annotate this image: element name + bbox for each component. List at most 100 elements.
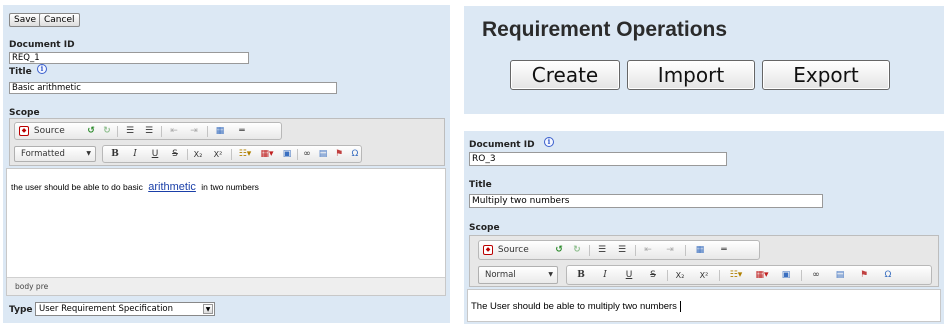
outdent-icon[interactable]: ⇤: [641, 244, 655, 257]
info-icon[interactable]: i: [37, 64, 47, 74]
scope-label: Scope: [9, 108, 40, 118]
source-label: Source: [497, 245, 529, 255]
document-id-field[interactable]: RO_3: [469, 152, 727, 166]
undo-icon[interactable]: ↺: [553, 244, 565, 257]
anchor-icon[interactable]: ▤: [317, 148, 329, 161]
document-id-label: Document ID: [9, 40, 75, 50]
horizontal-rule-icon[interactable]: ═: [235, 125, 249, 138]
title-field[interactable]: Basic arithmetic: [9, 82, 337, 94]
link-icon[interactable]: ∞: [809, 269, 823, 282]
format-label: Normal: [485, 270, 516, 280]
redo-icon[interactable]: ↻: [101, 125, 113, 138]
separator: [297, 149, 298, 160]
requirement-operations-panel: Requirement Operations Create Import Exp…: [464, 6, 944, 114]
table-insert-icon[interactable]: ▦▾: [753, 269, 771, 282]
flag-icon[interactable]: ⚑: [333, 148, 345, 161]
format-label: Formatted: [21, 149, 65, 159]
color-icon[interactable]: ☷▾: [727, 269, 745, 282]
separator: [685, 245, 686, 256]
image-icon[interactable]: ▣: [779, 269, 793, 282]
toolbar-row-1: ◆ Source ↺ ↻ ☰ ☰ ⇤ ⇥ ▦ ═: [14, 122, 282, 140]
horizontal-rule-icon[interactable]: ═: [717, 244, 731, 257]
chevron-down-icon: ▼: [548, 271, 553, 278]
underline-button[interactable]: U: [149, 148, 161, 161]
undo-icon[interactable]: ↺: [85, 125, 97, 138]
anchor-icon[interactable]: ▤: [833, 269, 847, 282]
outdent-icon[interactable]: ⇤: [167, 125, 181, 138]
toolbar-row-2: B I U S X₂ X² ☷▾ ▦▾ ▣ ∞ ▤ ⚑ Ω: [102, 145, 362, 163]
chevron-down-icon: ▼: [203, 304, 213, 314]
right-edit-panel: Document ID i RO_3 Title Multiply two nu…: [464, 131, 944, 324]
scope-label: Scope: [469, 223, 500, 233]
separator: [231, 149, 232, 160]
document-id-field[interactable]: REQ_1: [9, 52, 249, 64]
bold-button[interactable]: B: [109, 148, 121, 161]
source-button[interactable]: ◆ Source: [483, 244, 533, 257]
table-insert-icon[interactable]: ▦▾: [259, 148, 275, 161]
editor-toolbar: ◆ Source ↺ ↻ ☰ ☰ ⇤ ⇥ ▦ ═ Formatted ▼ B I…: [9, 118, 445, 166]
subscript-button[interactable]: X₂: [673, 269, 687, 282]
export-button[interactable]: Export: [762, 60, 890, 90]
type-select[interactable]: User Requirement Specification ▼: [35, 302, 215, 316]
editor-toolbar: ◆ Source ↺ ↻ ☰ ☰ ⇤ ⇥ ▦ ═ Normal ▼ B I U …: [469, 235, 939, 287]
color-icon[interactable]: ☷▾: [237, 148, 253, 161]
title-label: Title: [469, 180, 492, 190]
indent-icon[interactable]: ⇥: [187, 125, 201, 138]
strike-button[interactable]: S: [169, 148, 181, 161]
type-label: Type: [9, 305, 33, 315]
redo-icon[interactable]: ↻: [571, 244, 583, 257]
separator: [667, 270, 668, 281]
underline-button[interactable]: U: [623, 269, 635, 282]
info-icon[interactable]: i: [544, 137, 554, 147]
type-value: User Requirement Specification: [39, 304, 174, 314]
editor-text: the user should be able to do basic arit…: [11, 181, 259, 193]
superscript-button[interactable]: X²: [697, 269, 711, 282]
separator: [117, 126, 118, 137]
superscript-button[interactable]: X²: [211, 148, 225, 161]
flag-icon[interactable]: ⚑: [857, 269, 871, 282]
title-field[interactable]: Multiply two numbers: [469, 194, 823, 208]
numbered-list-icon[interactable]: ☰: [595, 244, 609, 257]
format-select[interactable]: Formatted ▼: [14, 146, 96, 162]
separator: [207, 126, 208, 137]
separator: [635, 245, 636, 256]
source-button[interactable]: ◆ Source: [19, 125, 65, 138]
title-label: Title: [9, 67, 32, 77]
bullet-list-icon[interactable]: ☰: [142, 125, 156, 138]
scope-editor[interactable]: The User should be able to multiply two …: [467, 289, 941, 322]
italic-button[interactable]: I: [599, 269, 611, 282]
table-icon[interactable]: ▦: [213, 125, 227, 138]
image-icon[interactable]: ▣: [281, 148, 293, 161]
cancel-button[interactable]: Cancel: [39, 13, 80, 27]
separator: [719, 270, 720, 281]
format-select[interactable]: Normal ▼: [478, 266, 558, 284]
table-icon[interactable]: ▦: [693, 244, 707, 257]
indent-icon[interactable]: ⇥: [663, 244, 677, 257]
numbered-list-icon[interactable]: ☰: [123, 125, 137, 138]
import-button[interactable]: Import: [627, 60, 755, 90]
separator: [161, 126, 162, 137]
omega-icon[interactable]: Ω: [881, 269, 895, 282]
separator: [187, 149, 188, 160]
text-cursor: [679, 301, 681, 312]
italic-button[interactable]: I: [129, 148, 141, 161]
subscript-button[interactable]: X₂: [191, 148, 205, 161]
separator: [801, 270, 802, 281]
scope-editor[interactable]: the user should be able to do basic arit…: [6, 168, 446, 296]
create-button[interactable]: Create: [510, 60, 620, 90]
toolbar-row-2: B I U S X₂ X² ☷▾ ▦▾ ▣ ∞ ▤ ⚑ Ω: [566, 265, 932, 285]
source-label: Source: [33, 126, 65, 136]
bullet-list-icon[interactable]: ☰: [615, 244, 629, 257]
link-icon[interactable]: ∞: [301, 148, 313, 161]
strike-button[interactable]: S: [647, 269, 659, 282]
separator: [589, 245, 590, 256]
save-button[interactable]: Save: [9, 13, 42, 27]
bold-button[interactable]: B: [575, 269, 587, 282]
omega-icon[interactable]: Ω: [349, 148, 361, 161]
operations-heading: Requirement Operations: [482, 18, 728, 41]
left-edit-panel: Save Cancel Document ID REQ_1 Title i Ba…: [3, 5, 450, 323]
chevron-down-icon: ▼: [86, 150, 91, 157]
editor-link[interactable]: arithmetic: [148, 181, 196, 193]
editor-text-after: in two numbers: [201, 182, 259, 192]
source-icon: ◆: [19, 125, 29, 136]
